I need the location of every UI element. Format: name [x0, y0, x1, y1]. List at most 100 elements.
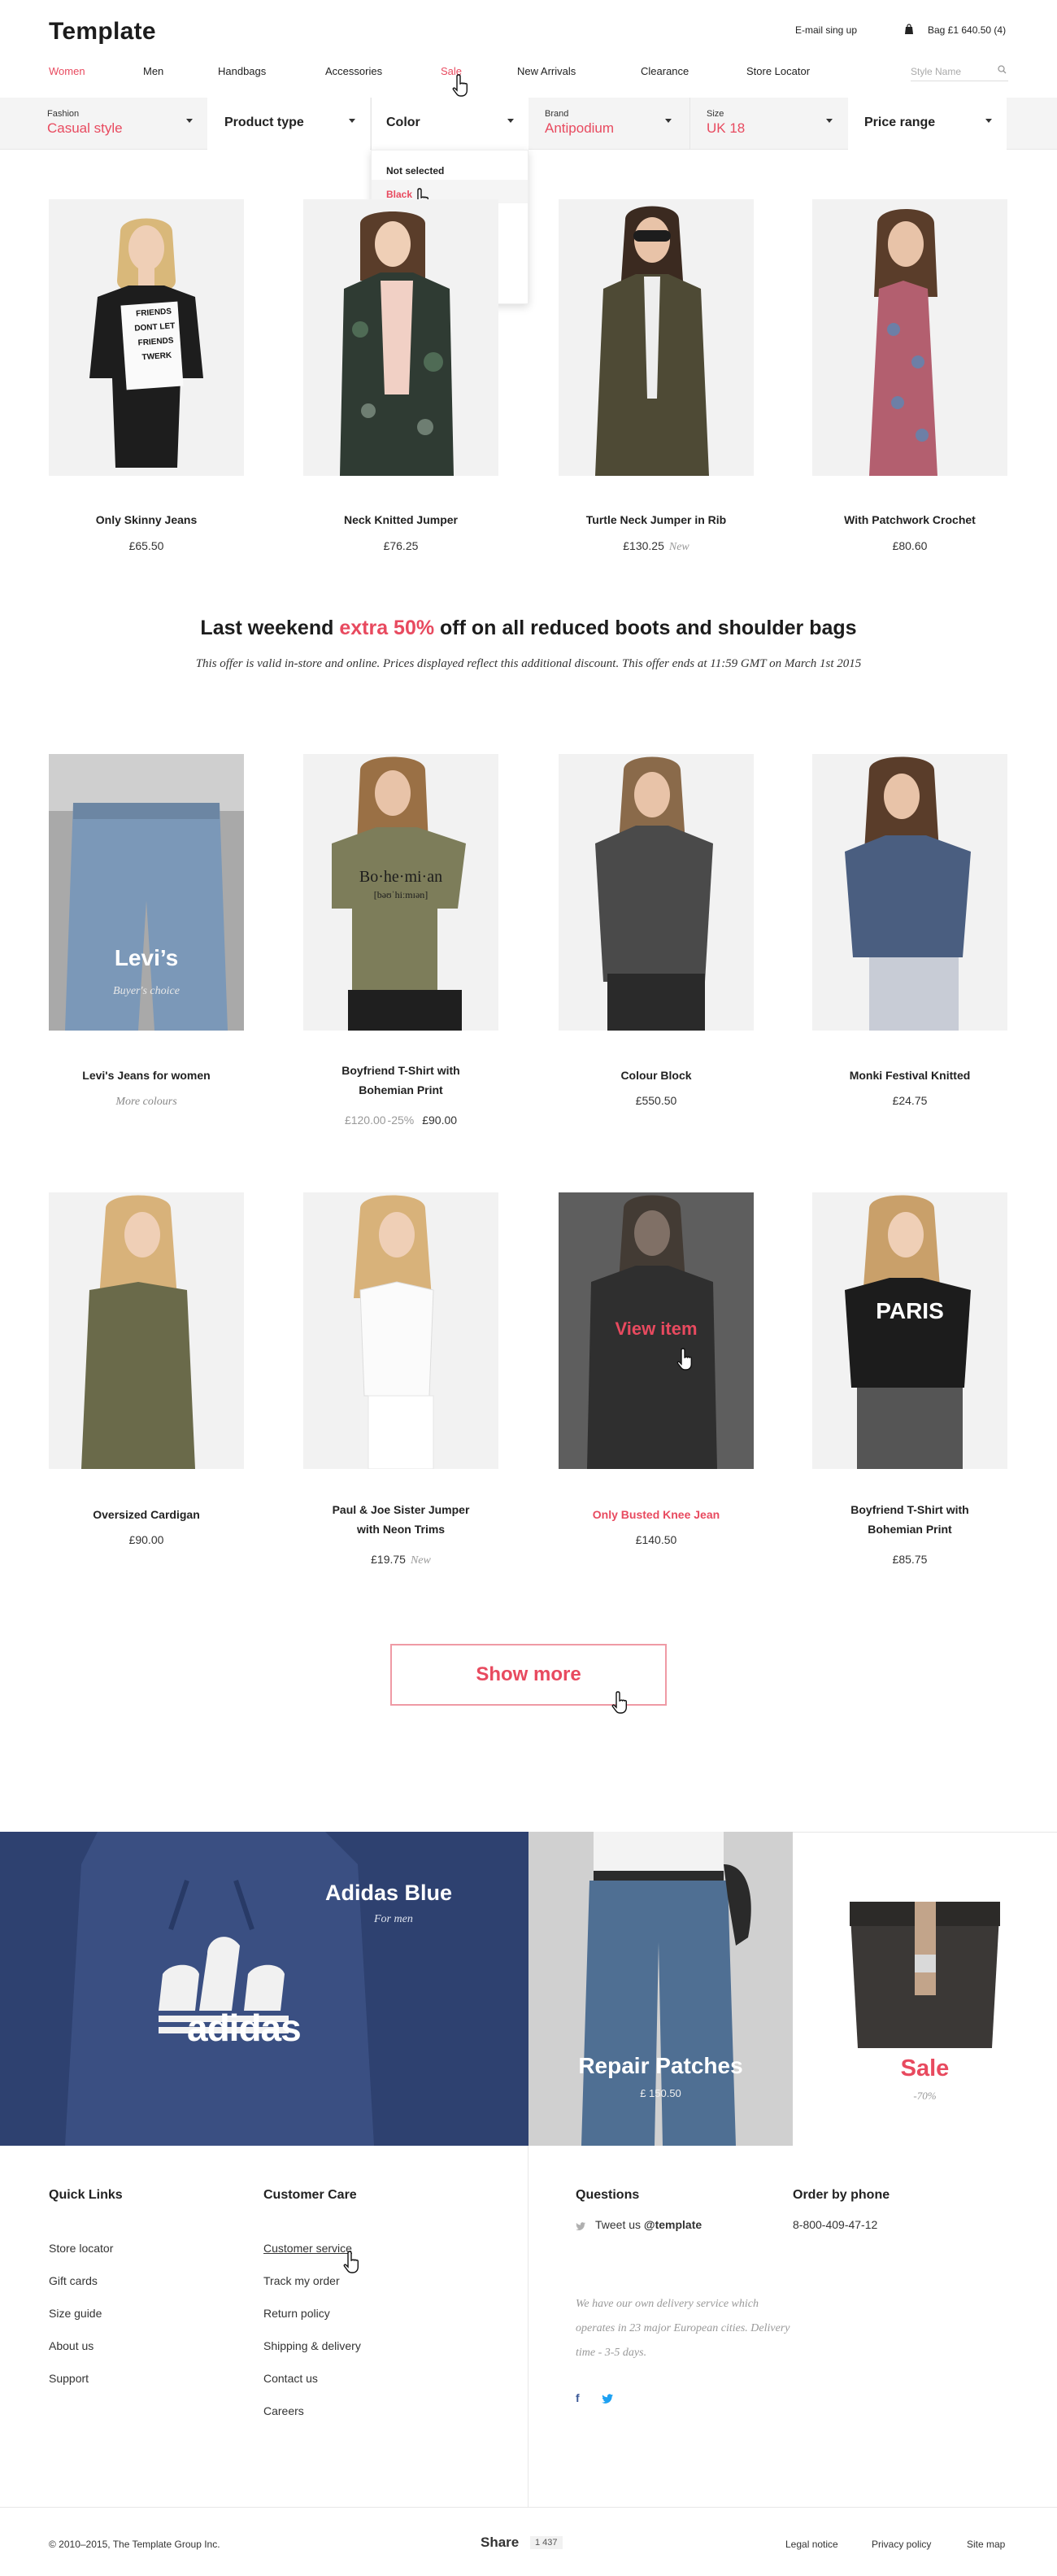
caret-down-icon [507, 119, 514, 123]
order-by-phone-title: Order by phone [793, 2188, 890, 2202]
main-nav: Women Men Handbags Accessories Sale New … [49, 65, 1008, 81]
shirt-print-sub: [bəʊˈhiːmɪən] [373, 889, 428, 900]
nav-clearance[interactable]: Clearance [641, 65, 689, 77]
product-name[interactable]: Levi's Jeans for women [49, 1066, 244, 1085]
product-image[interactable] [559, 199, 754, 476]
footer-link-about-us[interactable]: About us [49, 2339, 94, 2352]
product-name-line: Paul & Joe Sister Jumper [332, 1503, 470, 1516]
filter-product-type-label: Product type [224, 116, 304, 129]
nav-handbags[interactable]: Handbags [218, 65, 266, 77]
bag-link[interactable]: Bag £1 640.50 (4) [928, 24, 1006, 36]
footer-link-contact-us[interactable]: Contact us [263, 2372, 318, 2385]
product-name[interactable]: Turtle Neck Jumper in Rib [559, 510, 754, 530]
filter-size[interactable]: Size UK 18 [689, 98, 847, 150]
product-name-line: Boyfriend T-Shirt with [341, 1064, 460, 1077]
twitter-icon[interactable] [602, 2393, 613, 2408]
product-name[interactable]: Monki Festival Knitted [812, 1066, 1007, 1085]
filter-size-value: UK 18 [707, 120, 746, 136]
bottom-bar: © 2010–2015, The Template Group Inc. Sha… [0, 2507, 1057, 2576]
product-image[interactable]: Bo·he·mi·an [bəʊˈhiːmɪən] [303, 754, 498, 1031]
shirt-print: Bo·he·mi·an [359, 868, 443, 886]
product-price: £65.50 [128, 539, 164, 552]
caret-down-icon [985, 119, 992, 123]
filter-brand-label: Brand [545, 109, 569, 119]
caret-down-icon [665, 119, 672, 123]
product-name[interactable]: With Patchwork Crochet [812, 510, 1007, 530]
new-tag: New [668, 541, 689, 553]
delivery-info: We have our own delivery service which o… [576, 2292, 789, 2365]
product-name[interactable]: Boyfriend T-Shirt with Bohemian Print [812, 1500, 1007, 1539]
product-image[interactable] [812, 199, 1007, 476]
product-image[interactable]: FRIENDS DONT LET FRIENDS TWERK [49, 199, 244, 476]
hand-cursor-icon [452, 73, 473, 98]
share-label[interactable]: Share [481, 2535, 519, 2551]
footer-link-shipping[interactable]: Shipping & delivery [263, 2339, 361, 2352]
nav-accessories[interactable]: Accessories [325, 65, 382, 77]
filter-bar: Fashion Casual style Product type Color … [0, 98, 1057, 150]
phone-number[interactable]: 8-800-409-47-12 [793, 2218, 877, 2231]
footer-link-customer-service[interactable]: Customer service [263, 2242, 352, 2255]
site-map-link[interactable]: Site map [967, 2539, 1005, 2550]
product-image[interactable] [49, 1192, 244, 1469]
legal-notice-link[interactable]: Legal notice [785, 2539, 838, 2550]
filter-brand[interactable]: Brand Antipodium [528, 98, 686, 150]
product-image[interactable]: PARIS [812, 1192, 1007, 1469]
product-name[interactable]: Colour Block [559, 1066, 754, 1085]
banner-title: Repair Patches [578, 2053, 743, 2078]
product-name-line: Bohemian Print [359, 1083, 443, 1096]
twitter-icon [576, 2220, 585, 2234]
view-item-button[interactable]: View item [559, 1319, 754, 1340]
filter-product-type[interactable]: Product type [207, 98, 370, 150]
product-name[interactable]: Oversized Cardigan [49, 1505, 244, 1524]
facebook-icon[interactable]: f [576, 2391, 580, 2404]
email-signup-link[interactable]: E-mail sing up [795, 24, 857, 36]
share-count: 1 437 [530, 2536, 563, 2549]
color-option-not-selected[interactable]: Not selected [372, 156, 528, 180]
product-price: £24.75 [892, 1094, 928, 1107]
search-icon[interactable] [998, 65, 1007, 76]
hand-cursor-icon [676, 1347, 698, 1371]
product-image[interactable] [303, 199, 498, 476]
footer-link-support[interactable]: Support [49, 2372, 89, 2385]
old-price: £120.00 [344, 1114, 386, 1127]
filter-color[interactable]: Color [371, 98, 528, 150]
tweet-us-link[interactable]: Tweet us @template [595, 2218, 702, 2231]
logo[interactable]: Template [49, 18, 156, 46]
product-name[interactable]: Paul & Joe Sister Jumper with Neon Trims [303, 1500, 498, 1539]
bag-icon[interactable] [904, 24, 914, 39]
footer-link-size-guide[interactable]: Size guide [49, 2307, 102, 2320]
filter-price-range-label: Price range [864, 116, 936, 129]
footer-link-return-policy[interactable]: Return policy [263, 2307, 330, 2320]
product-name[interactable]: Only Skinny Jeans [49, 510, 244, 530]
product-image[interactable] [559, 754, 754, 1031]
filter-price-range[interactable]: Price range [848, 98, 1007, 150]
product-name[interactable]: Neck Knitted Jumper [303, 510, 498, 530]
new-tag: New [410, 1554, 431, 1567]
style-search-input[interactable]: Style Name [911, 62, 1008, 81]
product-name[interactable]: Only Busted Knee Jean [559, 1505, 754, 1524]
nav-store-locator[interactable]: Store Locator [746, 65, 810, 77]
product-name[interactable]: Boyfriend T-Shirt with Bohemian Print [303, 1061, 498, 1100]
caret-down-icon [826, 119, 833, 123]
banner-sale[interactable]: Sale -70% [793, 1832, 1057, 2146]
footer-link-store-locator[interactable]: Store locator [49, 2242, 113, 2255]
footer-link-gift-cards[interactable]: Gift cards [49, 2274, 98, 2287]
product-image[interactable]: Levi’s Buyer's choice [49, 754, 244, 1031]
product-image[interactable] [303, 1192, 498, 1469]
quick-links-title: Quick Links [49, 2188, 123, 2202]
product-price: £19.75 New [303, 1553, 498, 1567]
product-image-hover[interactable]: View item [559, 1192, 754, 1469]
nav-new-arrivals[interactable]: New Arrivals [517, 65, 576, 77]
filter-fashion[interactable]: Fashion Casual style [0, 98, 207, 150]
nav-women[interactable]: Women [49, 65, 85, 77]
privacy-policy-link[interactable]: Privacy policy [872, 2539, 931, 2550]
footer-link-careers[interactable]: Careers [263, 2404, 304, 2417]
banner-adidas[interactable]: adidas Adidas Blue For men [0, 1832, 528, 2146]
nav-men[interactable]: Men [143, 65, 163, 77]
footer-link-track-order[interactable]: Track my order [263, 2274, 340, 2287]
more-colours-link[interactable]: More colours [115, 1096, 176, 1108]
product-image[interactable] [812, 754, 1007, 1031]
promo-title-text: Last weekend [200, 617, 340, 639]
banner-repair-patches[interactable]: Repair Patches £ 150.50 [528, 1832, 793, 2146]
banner-title: Sale [900, 2055, 950, 2081]
